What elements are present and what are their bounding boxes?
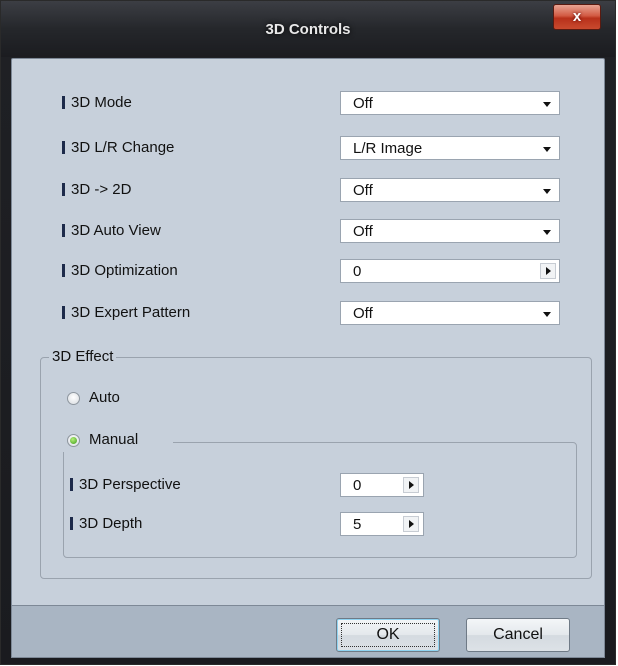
chevron-right-icon xyxy=(409,481,414,489)
chevron-down-icon xyxy=(543,312,551,317)
stepper-3d-perspective[interactable]: 0 xyxy=(340,473,424,497)
bullet-marker xyxy=(70,478,73,491)
dropdown-3d-lr-change[interactable]: L/R Image xyxy=(340,136,560,160)
dropdown-value: Off xyxy=(353,305,373,322)
dropdown-value: L/R Image xyxy=(353,140,423,157)
dropdown-3d-auto-view[interactable]: Off xyxy=(340,219,560,243)
dropdown-value: Off xyxy=(353,182,373,199)
label-3d-expert-pattern: 3D Expert Pattern xyxy=(62,303,190,323)
increment-button[interactable] xyxy=(540,263,556,279)
increment-button[interactable] xyxy=(403,516,419,532)
label-text: 3D Mode xyxy=(71,94,132,111)
chevron-right-icon xyxy=(546,267,551,275)
increment-button[interactable] xyxy=(403,477,419,493)
manual-group xyxy=(63,442,577,558)
chevron-down-icon xyxy=(543,102,551,107)
label-3d-optimization: 3D Optimization xyxy=(62,261,178,281)
chevron-down-icon xyxy=(543,189,551,194)
chevron-right-icon xyxy=(409,520,414,528)
label-text: 3D Depth xyxy=(79,515,143,532)
dropdown-3d-to-2d[interactable]: Off xyxy=(340,178,560,202)
close-icon: x xyxy=(572,8,582,25)
label-3d-perspective: 3D Perspective xyxy=(70,475,181,495)
title-bar[interactable]: 3D Controls x xyxy=(1,1,615,57)
radio-auto[interactable] xyxy=(67,392,80,405)
bullet-marker xyxy=(62,141,65,154)
close-button[interactable]: x xyxy=(553,4,601,30)
radio-manual-label[interactable]: Manual xyxy=(89,430,138,450)
label-text: 3D Perspective xyxy=(79,476,181,493)
dropdown-value: Off xyxy=(353,95,373,112)
label-text: 3D Optimization xyxy=(71,262,178,279)
stepper-value: 5 xyxy=(353,516,362,533)
radio-selected-dot xyxy=(70,437,77,444)
ok-button[interactable]: OK xyxy=(336,618,440,652)
chevron-down-icon xyxy=(543,230,551,235)
3d-effect-legend: 3D Effect xyxy=(49,347,117,367)
label-3d-depth: 3D Depth xyxy=(70,514,142,534)
bullet-marker xyxy=(62,183,65,196)
label-text: 3D L/R Change xyxy=(71,139,175,156)
bullet-marker xyxy=(62,264,65,277)
label-text: 3D Auto View xyxy=(71,222,161,239)
label-3d-lr-change: 3D L/R Change xyxy=(62,138,174,158)
window-title: 3D Controls xyxy=(265,21,351,38)
dropdown-3d-expert-pattern[interactable]: Off xyxy=(340,301,560,325)
cancel-button-label: Cancel xyxy=(493,626,543,643)
chevron-down-icon xyxy=(543,147,551,152)
bullet-marker xyxy=(62,306,65,319)
cancel-button[interactable]: Cancel xyxy=(466,618,570,652)
label-text: 3D -> 2D xyxy=(71,181,132,198)
dropdown-3d-mode[interactable]: Off xyxy=(340,91,560,115)
bullet-marker xyxy=(62,224,65,237)
dropdown-value: Off xyxy=(353,223,373,240)
focus-ring xyxy=(341,623,435,647)
label-3d-auto-view: 3D Auto View xyxy=(62,221,161,241)
stepper-value: 0 xyxy=(353,477,362,494)
stepper-value: 0 xyxy=(353,263,362,280)
radio-manual[interactable] xyxy=(67,434,80,447)
label-text: 3D Expert Pattern xyxy=(71,304,191,321)
label-3d-mode: 3D Mode xyxy=(62,93,132,113)
label-3d-to-2d: 3D -> 2D xyxy=(62,180,131,200)
stepper-3d-optimization[interactable]: 0 xyxy=(340,259,560,283)
bullet-marker xyxy=(70,517,73,530)
radio-auto-label[interactable]: Auto xyxy=(89,388,120,408)
stepper-3d-depth[interactable]: 5 xyxy=(340,512,424,536)
bullet-marker xyxy=(62,96,65,109)
